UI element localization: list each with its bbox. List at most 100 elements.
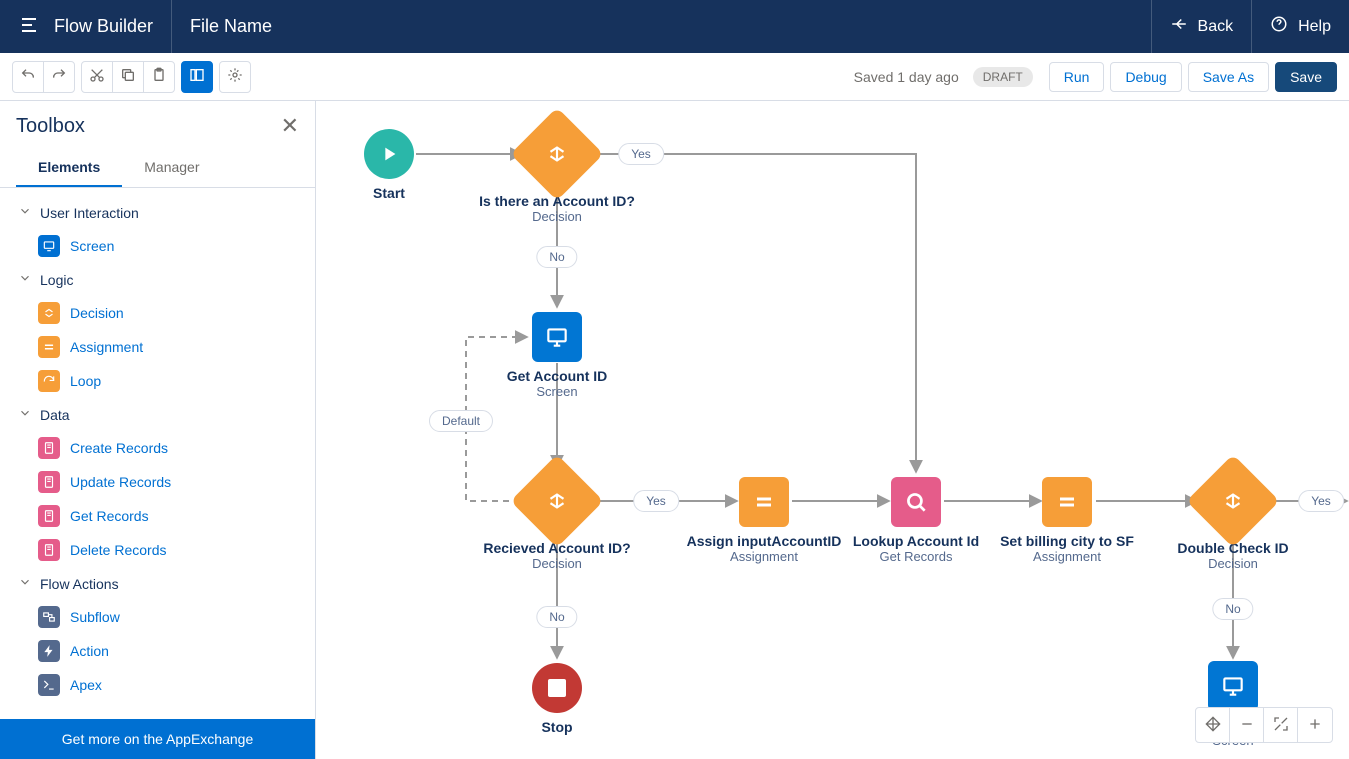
category-header[interactable]: Logic <box>12 263 303 296</box>
element-item[interactable]: Delete Records <box>12 533 303 567</box>
tab-elements[interactable]: Elements <box>16 149 122 187</box>
element-item[interactable]: Apex <box>12 668 303 702</box>
fit-icon <box>1273 716 1289 735</box>
run-button[interactable]: Run <box>1049 62 1105 92</box>
fit-button[interactable] <box>1264 708 1298 742</box>
back-button[interactable]: Back <box>1151 0 1252 53</box>
close-icon: ✕ <box>281 113 299 138</box>
file-name: File Name <box>172 16 1150 37</box>
element-item[interactable]: Subflow <box>12 600 303 634</box>
edge-label-no[interactable]: No <box>1212 598 1253 620</box>
category-label: Data <box>40 407 70 423</box>
node-sublabel: Decision <box>532 209 582 224</box>
close-toolbox-button[interactable]: ✕ <box>281 113 299 139</box>
node-lookup-account-id[interactable]: Lookup Account Id Get Records <box>836 477 996 564</box>
save-as-button[interactable]: Save As <box>1188 62 1269 92</box>
app-title: Flow Builder <box>54 16 153 37</box>
node-screen-get-account-id[interactable]: Get Account ID Screen <box>477 312 637 399</box>
zoom-out-button[interactable] <box>1230 708 1264 742</box>
flow-canvas[interactable]: Yes No Default Yes No Yes No Start Is th… <box>316 101 1349 759</box>
element-label: Get Records <box>70 508 149 524</box>
element-item[interactable]: Loop <box>12 364 303 398</box>
app-header: Flow Builder File Name Back Help <box>0 0 1349 53</box>
arrow-left-icon <box>1170 15 1188 38</box>
action-icon <box>38 640 60 662</box>
chevron-down-icon <box>18 204 32 221</box>
category-label: User Interaction <box>40 205 139 221</box>
assign-icon <box>38 336 60 358</box>
canvas-controls <box>1195 707 1333 743</box>
node-sublabel: Decision <box>1208 556 1258 571</box>
edge-label-no[interactable]: No <box>536 246 577 268</box>
node-sublabel: Screen <box>536 384 577 399</box>
node-assign-input-account-id[interactable]: Assign inputAccountID Assignment <box>684 477 844 564</box>
category-header[interactable]: User Interaction <box>12 196 303 229</box>
tab-manager[interactable]: Manager <box>122 149 221 187</box>
help-button[interactable]: Help <box>1251 0 1349 53</box>
pan-button[interactable] <box>1196 708 1230 742</box>
flow-logo-icon <box>18 13 42 40</box>
brand: Flow Builder <box>0 0 172 53</box>
node-start[interactable]: Start <box>316 129 469 201</box>
node-sublabel: Assignment <box>730 549 798 564</box>
element-item[interactable]: Screen <box>12 229 303 263</box>
node-assignment-set-billing[interactable]: Set billing city to SF Assignment <box>987 477 1147 564</box>
element-label: Create Records <box>70 440 168 456</box>
saved-status: Saved 1 day ago <box>854 69 959 85</box>
toolbox-sidebar: Toolbox ✕ Elements Manager User Interact… <box>0 101 316 759</box>
appexchange-link[interactable]: Get more on the AppExchange <box>0 719 315 759</box>
help-label: Help <box>1298 18 1331 36</box>
element-item[interactable]: Decision <box>12 296 303 330</box>
node-label: Get Account ID <box>507 368 608 384</box>
edge-label-default[interactable]: Default <box>429 410 493 432</box>
loop-icon <box>38 370 60 392</box>
undo-button[interactable] <box>12 61 44 93</box>
settings-button[interactable] <box>219 61 251 93</box>
element-label: Screen <box>70 238 114 254</box>
element-item[interactable]: Get Records <box>12 499 303 533</box>
screen-icon <box>38 235 60 257</box>
element-label: Subflow <box>70 609 120 625</box>
node-label: Assign inputAccountID <box>687 533 842 549</box>
paste-button[interactable] <box>143 61 175 93</box>
save-button[interactable]: Save <box>1275 62 1337 92</box>
back-label: Back <box>1198 18 1234 36</box>
node-decision-received-account-id[interactable]: Recieved Account ID? Decision <box>477 468 637 571</box>
layout-icon <box>189 67 205 86</box>
chevron-down-icon <box>18 575 32 592</box>
node-decision-account-id[interactable]: Is there an Account ID? Decision <box>477 121 637 224</box>
element-item[interactable]: Action <box>12 634 303 668</box>
node-sublabel: Decision <box>532 556 582 571</box>
category-label: Flow Actions <box>40 576 119 592</box>
debug-button[interactable]: Debug <box>1110 62 1181 92</box>
data-icon <box>38 437 60 459</box>
category-header[interactable]: Flow Actions <box>12 567 303 600</box>
cut-icon <box>89 67 105 86</box>
move-icon <box>1205 716 1221 735</box>
minus-icon <box>1239 716 1255 735</box>
element-item[interactable]: Update Records <box>12 465 303 499</box>
data-icon <box>38 505 60 527</box>
cut-button[interactable] <box>81 61 113 93</box>
element-label: Decision <box>70 305 124 321</box>
plus-icon <box>1307 716 1323 735</box>
edge-label-yes[interactable]: Yes <box>633 490 679 512</box>
element-item[interactable]: Create Records <box>12 431 303 465</box>
node-label: Lookup Account Id <box>853 533 979 549</box>
decision-icon <box>38 302 60 324</box>
copy-button[interactable] <box>112 61 144 93</box>
edge-label-no[interactable]: No <box>536 606 577 628</box>
node-decision-double-check[interactable]: Double Check ID Decision <box>1153 468 1313 571</box>
data-icon <box>38 471 60 493</box>
toggle-toolbox-button[interactable] <box>181 61 213 93</box>
copy-icon <box>120 67 136 86</box>
help-icon <box>1270 15 1288 38</box>
category-header[interactable]: Data <box>12 398 303 431</box>
zoom-in-button[interactable] <box>1298 708 1332 742</box>
node-stop[interactable]: Stop <box>477 663 637 735</box>
node-label: Set billing city to SF <box>1000 533 1134 549</box>
apex-icon <box>38 674 60 696</box>
element-label: Action <box>70 643 109 659</box>
redo-button[interactable] <box>43 61 75 93</box>
element-item[interactable]: Assignment <box>12 330 303 364</box>
